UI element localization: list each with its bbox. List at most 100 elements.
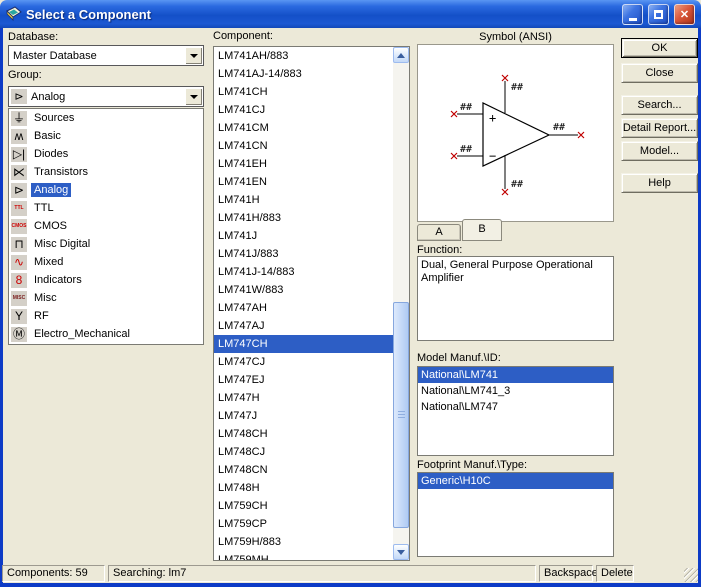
section-tab-a[interactable]: A bbox=[417, 224, 461, 241]
title-bar[interactable]: Select a Component ✕ bbox=[0, 0, 701, 28]
window-border bbox=[0, 583, 701, 587]
pin-label: ## bbox=[460, 102, 472, 113]
group-combo[interactable]: ⊳ Analog bbox=[8, 86, 204, 107]
group-item-sources[interactable]: ⏚Sources bbox=[9, 109, 203, 127]
component-item[interactable]: LM741J bbox=[214, 227, 393, 245]
component-item[interactable]: LM741EN bbox=[214, 173, 393, 191]
pin-label: ## bbox=[460, 144, 472, 155]
model-item[interactable]: National\LM741 bbox=[418, 367, 613, 383]
component-item[interactable]: LM741J-14/883 bbox=[214, 263, 393, 281]
group-label: Group: bbox=[8, 69, 42, 81]
component-item[interactable]: LM759CP bbox=[214, 515, 393, 533]
group-item-ttl[interactable]: TTLTTL bbox=[9, 199, 203, 217]
component-item[interactable]: LM759CH bbox=[214, 497, 393, 515]
action-buttons: OK Close Search... Detail Report... Model...… bbox=[621, 0, 698, 250]
group-item-label: Analog bbox=[31, 183, 71, 197]
pin-terminal-x bbox=[502, 189, 508, 195]
component-item[interactable]: LM748H bbox=[214, 479, 393, 497]
group-item-cmos[interactable]: CMOSCMOS bbox=[9, 217, 203, 235]
status-delete: Delete bbox=[596, 565, 634, 582]
component-item[interactable]: LM741W/883 bbox=[214, 281, 393, 299]
pin-terminal-x bbox=[451, 153, 457, 159]
opamp-icon: ⊳ bbox=[11, 183, 27, 198]
group-item-misc-digital[interactable]: ⊓Misc Digital bbox=[9, 235, 203, 253]
component-item[interactable]: LM741CJ bbox=[214, 101, 393, 119]
resize-grip[interactable] bbox=[684, 568, 698, 582]
component-scrollbar[interactable] bbox=[393, 47, 409, 560]
search-button[interactable]: Search... bbox=[621, 95, 698, 115]
component-item[interactable]: LM747J bbox=[214, 407, 393, 425]
footprint-label: Footprint Manuf.\Type: bbox=[417, 459, 527, 471]
component-item[interactable]: LM747CH bbox=[214, 335, 393, 353]
database-combo[interactable]: Master Database bbox=[8, 45, 204, 66]
footprint-item[interactable]: Generic\H10C bbox=[418, 473, 613, 489]
group-item-label: Misc Digital bbox=[31, 237, 93, 251]
mixed-signal-icon: ∿ bbox=[11, 255, 27, 270]
close-button[interactable]: Close bbox=[621, 63, 698, 83]
opamp-icon: ⊳ bbox=[11, 89, 27, 104]
group-item-mixed[interactable]: ∿Mixed bbox=[9, 253, 203, 271]
scroll-down-button[interactable] bbox=[393, 544, 409, 560]
antenna-icon: Y bbox=[11, 309, 27, 324]
footprint-list: Generic\H10C bbox=[417, 472, 614, 557]
group-item-misc[interactable]: MISCMisc bbox=[9, 289, 203, 307]
component-item[interactable]: LM741J/883 bbox=[214, 245, 393, 263]
component-item[interactable]: LM747CJ bbox=[214, 353, 393, 371]
group-item-rf[interactable]: YRF bbox=[9, 307, 203, 325]
status-components: Components: 59 bbox=[2, 565, 105, 582]
component-item[interactable]: LM759MH bbox=[214, 551, 393, 561]
component-item[interactable]: LM747EJ bbox=[214, 371, 393, 389]
component-item[interactable]: LM741EH bbox=[214, 155, 393, 173]
pin-label: ## bbox=[511, 179, 523, 190]
component-item[interactable]: LM748CN bbox=[214, 461, 393, 479]
group-item-label: CMOS bbox=[31, 219, 70, 233]
group-item-diodes[interactable]: ▷|Diodes bbox=[9, 145, 203, 163]
component-item[interactable]: LM747H bbox=[214, 389, 393, 407]
component-item[interactable]: LM741AH/883 bbox=[214, 47, 393, 65]
scroll-up-button[interactable] bbox=[393, 47, 409, 63]
model-item[interactable]: National\LM741_3 bbox=[418, 383, 613, 399]
function-label: Function: bbox=[417, 244, 462, 256]
group-combo-arrow[interactable] bbox=[185, 88, 202, 105]
group-item-basic[interactable]: ʍBasic bbox=[9, 127, 203, 145]
component-item[interactable]: LM741CM bbox=[214, 119, 393, 137]
component-item[interactable]: LM748CH bbox=[214, 425, 393, 443]
arrow-down-icon bbox=[397, 550, 405, 555]
scrollbar-thumb[interactable] bbox=[393, 302, 409, 528]
component-item[interactable]: LM747AJ bbox=[214, 317, 393, 335]
group-item-transistors[interactable]: ⋉Transistors bbox=[9, 163, 203, 181]
status-searching: Searching: lm7 bbox=[108, 565, 536, 582]
component-item[interactable]: LM741CH bbox=[214, 83, 393, 101]
component-rows: LM741AH/883LM741AJ-14/883LM741CHLM741CJL… bbox=[214, 47, 393, 561]
group-item-label: Electro_Mechanical bbox=[31, 327, 133, 341]
group-item-indicators[interactable]: 8Indicators bbox=[9, 271, 203, 289]
chevron-down-icon bbox=[190, 95, 198, 99]
window-border bbox=[0, 28, 3, 583]
component-item[interactable]: LM748CJ bbox=[214, 443, 393, 461]
group-item-electro-mechanical[interactable]: ⓂElectro_Mechanical bbox=[9, 325, 203, 343]
resistor-icon: ʍ bbox=[11, 129, 27, 144]
arrow-up-icon bbox=[397, 53, 405, 58]
window-title: Select a Component bbox=[26, 7, 151, 22]
group-list: ⏚SourcesʍBasic▷|Diodes⋉Transistors ⊳ Analo… bbox=[8, 108, 204, 345]
function-box: Dual, General Purpose Operational Amplif… bbox=[417, 256, 614, 341]
function-text: Dual, General Purpose Operational Amplif… bbox=[418, 257, 613, 287]
component-item[interactable]: LM747AH bbox=[214, 299, 393, 317]
help-button[interactable]: Help bbox=[621, 173, 698, 193]
component-item[interactable]: LM741AJ-14/883 bbox=[214, 65, 393, 83]
group-item-label: Diodes bbox=[31, 147, 71, 161]
group-item-analog[interactable]: ⊳ Analog bbox=[9, 181, 203, 199]
symbol-title: Symbol (ANSI) bbox=[417, 31, 614, 43]
model-button[interactable]: Model... bbox=[621, 141, 698, 161]
model-item[interactable]: National\LM747 bbox=[418, 399, 613, 415]
pin-label: ## bbox=[511, 82, 523, 93]
component-item[interactable]: LM741CN bbox=[214, 137, 393, 155]
ok-button[interactable]: OK bbox=[621, 38, 698, 58]
component-item[interactable]: LM759H/883 bbox=[214, 533, 393, 551]
database-combo-value: Master Database bbox=[9, 50, 184, 62]
component-item[interactable]: LM741H bbox=[214, 191, 393, 209]
database-combo-arrow[interactable] bbox=[185, 47, 202, 64]
detail-report-button[interactable]: Detail Report... bbox=[621, 118, 698, 138]
section-tab-b[interactable]: B bbox=[462, 219, 502, 241]
component-item[interactable]: LM741H/883 bbox=[214, 209, 393, 227]
